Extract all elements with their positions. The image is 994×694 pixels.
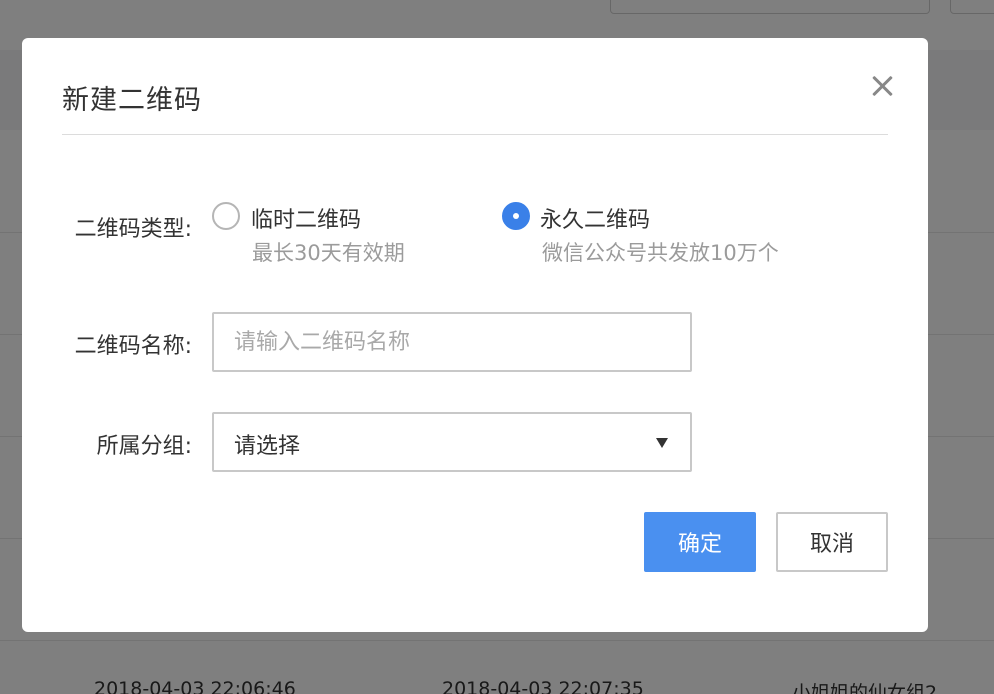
qrcode-name-label: 二维码名称: [74, 334, 192, 359]
group-select[interactable]: 请选择 [212, 412, 692, 472]
group-label: 所属分组: [96, 434, 192, 459]
radio-permanent-qrcode[interactable] [502, 202, 530, 230]
close-icon[interactable] [868, 72, 896, 100]
radio-temporary-label[interactable]: 临时二维码 [251, 202, 361, 234]
radio-temporary-hint: 最长30天有效期 [252, 241, 405, 265]
title-divider [62, 134, 888, 135]
dialog-title: 新建二维码 [62, 85, 202, 116]
group-select-value: 请选择 [234, 434, 301, 459]
qrcode-type-label: 二维码类型: [74, 217, 192, 242]
radio-permanent-hint: 微信公众号共发放10万个 [542, 241, 779, 265]
radio-temporary-qrcode[interactable] [212, 202, 240, 230]
radio-permanent-label[interactable]: 永久二维码 [540, 202, 650, 234]
confirm-button[interactable]: 确定 [644, 512, 756, 572]
caret-down-icon [656, 438, 668, 448]
new-qrcode-dialog: 新建二维码 二维码类型: 临时二维码 最长30天有效期 永久二维码 微信公众号共… [22, 38, 928, 632]
cancel-button[interactable]: 取消 [776, 512, 888, 572]
qrcode-name-input[interactable] [212, 312, 692, 372]
